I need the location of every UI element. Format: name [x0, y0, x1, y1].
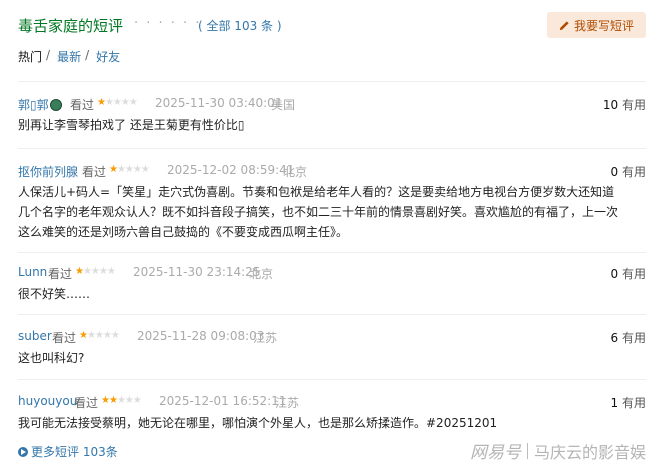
- comment-item: 郭▯郭 看过 ★★★★★ 2025-11-30 03:40:01 美国 10 有…: [18, 81, 646, 135]
- watermark: 网易号 马庆云的影音娱: [470, 438, 646, 463]
- tab-hot[interactable]: 热门: [18, 48, 42, 65]
- useful-vote[interactable]: 6 有用: [611, 329, 646, 346]
- tab-friends[interactable]: 好友: [96, 48, 120, 65]
- rating-stars-icon: ★★★★★: [75, 266, 116, 277]
- useful-vote[interactable]: 0 有用: [611, 265, 646, 282]
- watermark-brand: 网易号: [469, 443, 521, 463]
- watched-status: 看过: [82, 165, 107, 179]
- tab-latest[interactable]: 最新: [57, 48, 81, 65]
- watched-status: 看过: [52, 331, 77, 345]
- comment-location: 江苏: [275, 396, 300, 410]
- comment-time: 2025-12-02 08:59:41: [167, 163, 295, 177]
- comment-item: suber 看过 ★★★★★ 2025-11-28 09:08:03 江苏 6 …: [18, 314, 646, 368]
- comment-text: 很不好笑……: [18, 287, 91, 301]
- filter-separator: /: [46, 48, 51, 62]
- rating-stars-icon: ★★★★★: [79, 330, 120, 341]
- emoji-icon: [49, 99, 62, 111]
- sort-filters: 热门 / 最新 / 好友: [18, 48, 120, 65]
- comment-username[interactable]: huyouyou: [18, 394, 77, 408]
- useful-vote[interactable]: 1 有用: [611, 394, 646, 411]
- rating-stars-icon: ★★★★★: [109, 164, 150, 175]
- write-review-button[interactable]: 我要写短评: [547, 12, 646, 38]
- comment-item: 抠你前列腺 看过 ★★★★★ 2025-12-02 08:59:41 北京 0 …: [18, 148, 646, 242]
- comment-username[interactable]: 郭▯郭: [18, 96, 62, 113]
- comment-location: 北京: [283, 165, 308, 179]
- watermark-divider: [526, 442, 528, 459]
- pencil-icon: [559, 20, 569, 30]
- more-comments-link[interactable]: 更多短评 103条: [18, 443, 118, 460]
- watermark-author: 马庆云的影音娱: [533, 442, 646, 462]
- comment-time: 2025-11-28 09:08:03: [137, 329, 265, 343]
- rating-stars-icon: ★★★★★: [97, 97, 138, 108]
- filter-separator: /: [85, 48, 90, 62]
- watched-status: 看过: [48, 267, 73, 281]
- useful-vote[interactable]: 10 有用: [603, 96, 646, 113]
- comment-item: huyouyou 看过 ★★★★★ 2025-12-01 16:52:11 江苏…: [18, 379, 646, 433]
- comments-header: 毒舌家庭的短评 · · · · · · ( 全部 103 条 ) 我要写短评: [18, 12, 646, 40]
- comment-location: 美国: [271, 98, 296, 112]
- comment-text: 我可能无法接受蔡明，她无论在哪里，哪怕演个外星人，也是那么矫揉造作。#20251…: [18, 416, 498, 430]
- write-review-label: 我要写短评: [573, 18, 634, 33]
- comment-time: 2025-11-30 03:40:01: [155, 96, 283, 110]
- watched-status: 看过: [74, 396, 99, 410]
- watched-status: 看过: [70, 98, 95, 112]
- comment-username[interactable]: Lunn: [18, 265, 47, 279]
- comment-username[interactable]: suber: [18, 329, 52, 343]
- comment-item: Lunn 看过 ★★★★★ 2025-11-30 23:14:25 北京 0 有…: [18, 252, 646, 304]
- comment-username[interactable]: 抠你前列腺: [18, 163, 78, 180]
- comment-location: 江苏: [253, 331, 278, 345]
- comment-location: 北京: [249, 267, 274, 281]
- useful-vote[interactable]: 0 有用: [611, 163, 646, 180]
- section-title: 毒舌家庭的短评: [18, 17, 124, 35]
- arrow-right-icon: [18, 446, 28, 457]
- comment-text: 别再让李雪琴拍戏了 还是王菊更有性价比▯: [18, 118, 245, 132]
- rating-stars-icon: ★★★★★: [101, 395, 142, 406]
- title-dots: · · · · · ·: [134, 16, 202, 31]
- more-comments-label: 更多短评 103条: [31, 445, 118, 459]
- comment-text: 人保活儿+码人=「笑星」走穴式伪喜剧。节奏和包袱是给老年人看的？这是要卖给地方电…: [18, 185, 619, 239]
- comment-text: 这也叫科幻?: [18, 351, 85, 365]
- comment-time: 2025-11-30 23:14:25: [133, 265, 261, 279]
- all-comments-count-link[interactable]: ( 全部 103 条 ): [198, 17, 282, 34]
- comment-time: 2025-12-01 16:52:11: [159, 394, 287, 408]
